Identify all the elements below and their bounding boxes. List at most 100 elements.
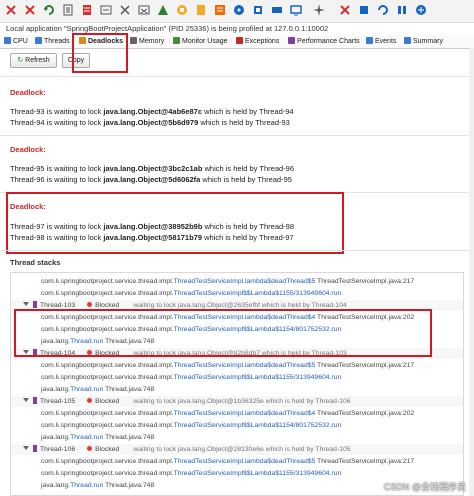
rerun-icon[interactable] bbox=[42, 3, 56, 17]
stack-frame-row[interactable]: com.li.springbootproject.service.thread.… bbox=[11, 288, 463, 299]
refresh-icon[interactable] bbox=[376, 3, 390, 17]
record-icon[interactable] bbox=[232, 3, 246, 17]
frame-package: com.li.springbootproject.service.thread.… bbox=[41, 278, 174, 285]
charts-tab-icon bbox=[288, 37, 295, 44]
redo-icon[interactable] bbox=[23, 3, 37, 17]
frame-method-link[interactable]: ThreadTestServiceImpl.lambda$deadThread$… bbox=[174, 278, 316, 285]
cpu-icon[interactable] bbox=[251, 3, 265, 17]
frame-method-link[interactable]: Thread.run bbox=[70, 386, 103, 393]
memory-tab-icon bbox=[130, 37, 137, 44]
memory-icon[interactable] bbox=[270, 3, 284, 17]
deadlock-title: Deadlock: bbox=[10, 202, 46, 211]
more-icon[interactable] bbox=[414, 3, 428, 17]
stack-frame-row[interactable]: java.lang.Thread.run Thread.java:748 bbox=[11, 336, 463, 347]
thread-node[interactable]: Thread-106 Blocked waiting to lock java.la… bbox=[23, 444, 351, 455]
expand-triangle-icon[interactable] bbox=[23, 302, 29, 306]
thread-row[interactable]: Thread-103 Blocked waiting to lock java.la… bbox=[11, 300, 463, 311]
deadlock-title: Deadlock: bbox=[10, 145, 46, 154]
frame-method-link[interactable]: ThreadTestServiceImpl.lambda$deadThread$… bbox=[174, 410, 316, 417]
frame-method-link[interactable]: ThreadTestServiceImpl$$Lambda$1155/31394… bbox=[174, 374, 342, 381]
tab-deadlocks[interactable]: Deadlocks bbox=[76, 36, 127, 47]
expand-triangle-icon[interactable] bbox=[23, 350, 29, 354]
thread-state: Blocked bbox=[95, 350, 120, 357]
stack-frame-row[interactable]: com.li.springbootproject.service.thread.… bbox=[11, 312, 463, 323]
thread-icon bbox=[33, 397, 37, 404]
settings-icon[interactable] bbox=[156, 3, 170, 17]
stack-frame-row[interactable]: com.li.springbootproject.service.thread.… bbox=[11, 408, 463, 419]
frame-method-link[interactable]: Thread.run bbox=[70, 434, 103, 441]
tab-label: Threads bbox=[44, 38, 70, 45]
line-pre: Thread-95 is waiting to lock bbox=[10, 164, 104, 173]
frame-method-link[interactable]: ThreadTestServiceImpl$$Lambda$1155/31394… bbox=[174, 290, 342, 297]
frame-method-link[interactable]: ThreadTestServiceImpl$$Lambda$1154/80175… bbox=[174, 422, 342, 429]
stack-frame-row[interactable]: com.li.springbootproject.service.thread.… bbox=[11, 360, 463, 371]
cpu-sampling-icon[interactable] bbox=[357, 3, 371, 17]
thread-dump-icon[interactable] bbox=[213, 3, 227, 17]
thread-node[interactable]: Thread-103 Blocked waiting to lock java.la… bbox=[23, 300, 347, 311]
refresh-button[interactable]: ↻ Refresh bbox=[10, 53, 57, 68]
thread-icon bbox=[33, 349, 37, 356]
tab-summary[interactable]: Summary bbox=[404, 36, 443, 47]
pause-icon[interactable] bbox=[395, 3, 409, 17]
tab-exceptions[interactable]: Exceptions bbox=[236, 36, 279, 47]
stack-frame-row[interactable]: com.li.springbootproject.service.thread.… bbox=[11, 324, 463, 335]
highlight-icon[interactable] bbox=[312, 3, 326, 17]
scrollbar[interactable] bbox=[469, 48, 474, 496]
stop-profiling-icon[interactable] bbox=[338, 3, 352, 17]
divider bbox=[0, 250, 474, 251]
line-post: which is held by Thread-95 bbox=[200, 175, 292, 184]
stack-frame-row[interactable]: com.li.springbootproject.service.thread.… bbox=[11, 372, 463, 383]
stack-frame-row[interactable]: com.li.springbootproject.service.thread.… bbox=[11, 468, 463, 479]
clear-icon[interactable] bbox=[118, 3, 132, 17]
snapshot-icon[interactable] bbox=[175, 3, 189, 17]
thread-detail: waiting to lock java.lang.Object@28130e6… bbox=[133, 446, 351, 453]
frame-method-link[interactable]: ThreadTestServiceImpl.lambda$deadThread$… bbox=[174, 314, 316, 321]
expand-triangle-icon[interactable] bbox=[23, 398, 29, 402]
frame-package: com.li.springbootproject.service.thread.… bbox=[41, 422, 174, 429]
deadlock-line: Thread-96 is waiting to lock java.lang.O… bbox=[10, 175, 292, 184]
deadlocks-tab-icon bbox=[79, 37, 86, 44]
stack-frame: com.li.springbootproject.service.thread.… bbox=[41, 312, 414, 323]
gc-icon[interactable] bbox=[137, 3, 151, 17]
divider bbox=[0, 135, 474, 136]
stack-frame-row[interactable]: java.lang.Thread.run Thread.java:748 bbox=[11, 432, 463, 443]
tab-memory[interactable]: Memory bbox=[130, 36, 164, 47]
thread-row[interactable]: Thread-104 Blocked waiting to lock java.la… bbox=[11, 348, 463, 359]
line-pre: Thread-93 is waiting to lock bbox=[10, 107, 104, 116]
stop-icon[interactable] bbox=[80, 3, 94, 17]
reset-icon[interactable] bbox=[61, 3, 75, 17]
tab-monitor-usage[interactable]: Monitor Usage bbox=[173, 36, 228, 47]
copy-button[interactable]: Copy bbox=[62, 53, 90, 68]
undo-icon[interactable] bbox=[4, 3, 18, 17]
stack-frame: java.lang.Thread.run Thread.java:748 bbox=[41, 336, 154, 347]
thread-row[interactable]: Thread-105 Blocked waiting to lock java.la… bbox=[11, 396, 463, 407]
tab-threads[interactable]: Threads bbox=[35, 36, 70, 47]
thread-node[interactable]: Thread-105 Blocked waiting to lock java.la… bbox=[23, 396, 351, 407]
frame-method-link[interactable]: Thread.run bbox=[70, 482, 103, 489]
frame-method-link[interactable]: Thread.run bbox=[70, 338, 103, 345]
frame-method-link[interactable]: ThreadTestServiceImpl$$Lambda$1155/31394… bbox=[174, 470, 342, 477]
frame-method-link[interactable]: ThreadTestServiceImpl$$Lambda$1154/80175… bbox=[174, 326, 342, 333]
status-text: Local application "SpringBootProjectAppl… bbox=[6, 24, 329, 33]
tab-cpu[interactable]: CPU bbox=[4, 36, 28, 47]
stack-frame: java.lang.Thread.run Thread.java:748 bbox=[41, 384, 154, 395]
stack-frame-row[interactable]: com.li.springbootproject.service.thread.… bbox=[11, 276, 463, 287]
frame-package: com.li.springbootproject.service.thread.… bbox=[41, 290, 174, 297]
stack-frame-row[interactable]: com.li.springbootproject.service.thread.… bbox=[11, 456, 463, 467]
thread-row[interactable]: Thread-106 Blocked waiting to lock java.la… bbox=[11, 444, 463, 455]
stack-frame-row[interactable]: com.li.springbootproject.service.thread.… bbox=[11, 420, 463, 431]
frame-method-link[interactable]: ThreadTestServiceImpl.lambda$deadThread$… bbox=[174, 458, 316, 465]
monitor-icon[interactable] bbox=[289, 3, 303, 17]
lock-object: java.lang.Object@38952b9b bbox=[103, 222, 203, 231]
tab-performance-charts[interactable]: Performance Charts bbox=[288, 36, 360, 47]
heap-dump-icon[interactable] bbox=[194, 3, 208, 17]
expand-triangle-icon[interactable] bbox=[23, 446, 29, 450]
thread-name: Thread-104 bbox=[40, 350, 76, 357]
thread-node[interactable]: Thread-104 Blocked waiting to lock java.la… bbox=[23, 348, 347, 359]
stack-frame-row[interactable]: java.lang.Thread.run Thread.java:748 bbox=[11, 384, 463, 395]
frame-method-link[interactable]: ThreadTestServiceImpl.lambda$deadThread$… bbox=[174, 362, 316, 369]
refresh-icon: ↻ bbox=[17, 57, 24, 64]
tab-events[interactable]: Events bbox=[366, 36, 396, 47]
threads-tab-icon bbox=[35, 37, 42, 44]
sample-icon[interactable] bbox=[99, 3, 113, 17]
